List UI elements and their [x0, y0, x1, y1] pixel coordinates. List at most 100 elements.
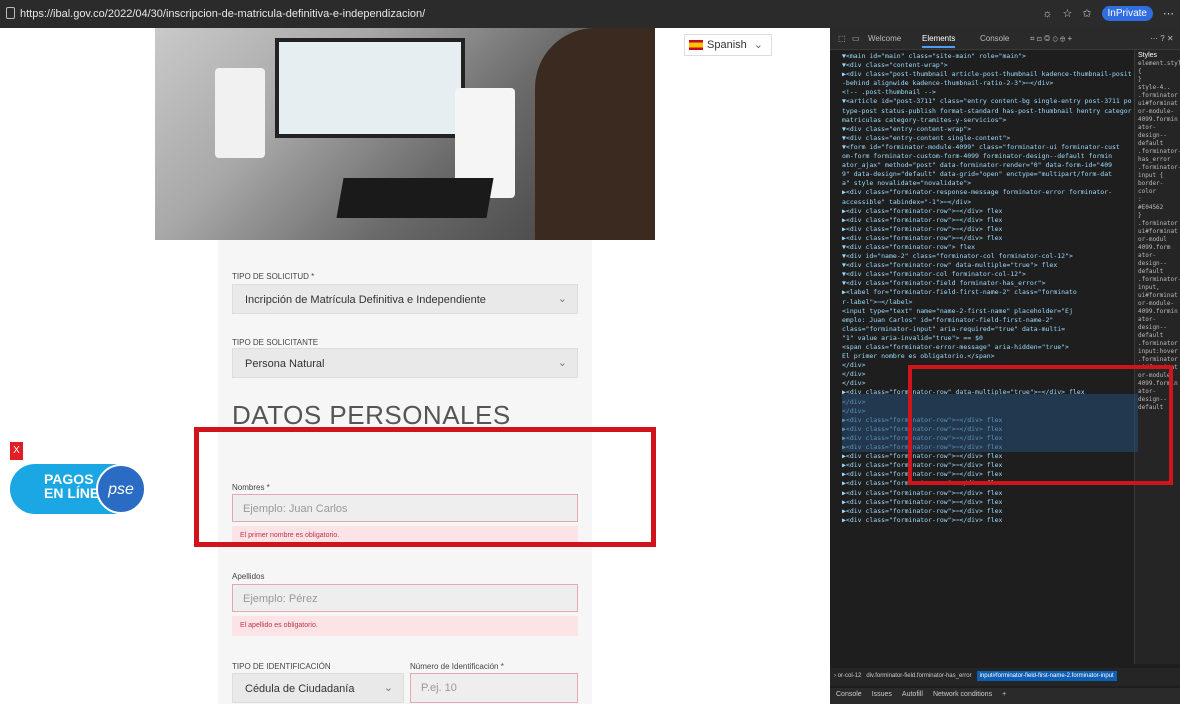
style-rule-line: border-color	[1138, 180, 1164, 195]
dom-node-line[interactable]: class="forminator-input" aria-required="…	[842, 325, 1132, 334]
close-pagos-button[interactable]: X	[10, 442, 23, 460]
devtools-breadcrumb[interactable]: › or-col-12 div.forminator-field.formina…	[830, 668, 1180, 686]
inprivate-badge[interactable]: InPrivate	[1101, 6, 1153, 21]
pagos-en-linea-widget[interactable]: X PAGOS EN LÍNEA pse	[10, 442, 146, 514]
drawer-add-tab-button[interactable]: +	[1002, 691, 1006, 701]
dom-node-line[interactable]: ▼<div id="name-2" class="forminator-col …	[842, 252, 1132, 261]
styles-pane[interactable]: Styles element.style {}style-4...formina…	[1134, 50, 1180, 664]
dom-node-line[interactable]: ▼<div class="forminator-row"> flex	[842, 243, 1132, 252]
drawer-tab-console[interactable]: Console	[836, 691, 862, 701]
style-rule-line: .forminator	[1138, 220, 1178, 227]
tipo-solicitud-value: Incripción de Matrícula Definitiva e Ind…	[245, 294, 486, 306]
breadcrumb-item[interactable]: › or-col-12	[834, 673, 861, 679]
dom-node-line[interactable]: ▶<div class="forminator-response-message…	[842, 188, 1132, 197]
style-rule-line: .forminator	[1138, 356, 1178, 363]
breadcrumb-item-selected[interactable]: input#forminator-field-first-name-2.form…	[976, 671, 1117, 681]
style-rule-line: #E04562	[1138, 204, 1164, 211]
devtools-tabs: Welcome Elements Console ⬚ ▭ ⌗ ⊡ ◎ ⊙ ⊕ +…	[830, 28, 1180, 50]
style-rule-line: input:hover	[1138, 348, 1178, 355]
dom-node-line[interactable]: accessible" tabindex="-1">⋯</div>	[842, 198, 1132, 207]
dom-node-line[interactable]: r-label">⋯</label>	[842, 298, 1132, 307]
tipo-identificacion-select[interactable]: Cédula de Ciudadanía ⌄	[232, 673, 404, 703]
dom-node-line[interactable]: ator_ajax" method="post" data-forminator…	[842, 161, 1132, 170]
favorite-icon[interactable]: ☆	[1062, 7, 1072, 20]
dom-node-line[interactable]: ▶<div class="forminator-row">⋯</div> fle…	[842, 489, 1132, 498]
dom-node-line[interactable]: ▶<div class="forminator-row">⋯</div> fle…	[842, 234, 1132, 243]
more-menu-icon[interactable]: ⋯	[1163, 7, 1174, 20]
dom-node-line[interactable]: ▶<label for="forminator-field-first-name…	[842, 288, 1132, 297]
tipo-solicitud-label: TIPO DE SOLICITUD *	[232, 272, 315, 281]
device-icon[interactable]: ▭	[852, 34, 860, 43]
tipo-solicitante-select[interactable]: Persona Natural ⌄	[232, 348, 578, 378]
dom-node-line[interactable]: ▶<div class="forminator-row">⋯</div> fle…	[842, 507, 1132, 516]
dom-node-line[interactable]: a" style novalidate="novalidate">	[842, 179, 1132, 188]
dom-node-line[interactable]: ▶<div class="forminator-row">⋯</div> fle…	[842, 516, 1132, 525]
style-rule-line: ui#forminat	[1138, 292, 1178, 299]
tipo-solicitud-select[interactable]: Incripción de Matrícula Definitiva e Ind…	[232, 284, 578, 314]
annotation-red-box-devtools	[908, 365, 1173, 485]
dom-node-line[interactable]: ▼<div class="content-wrap">	[842, 61, 1132, 70]
style-rule-line: or-modul	[1138, 236, 1167, 243]
dom-node-line[interactable]: ▼<div class="entry-content-wrap">	[842, 125, 1132, 134]
apellidos-input[interactable]: Ejemplo: Pérez	[232, 584, 578, 612]
dom-node-line[interactable]: ▶<div class="forminator-row">⋯</div> fle…	[842, 216, 1132, 225]
url-field[interactable]: https://ibal.gov.co/2022/04/30/inscripci…	[20, 8, 425, 20]
reader-icon[interactable]: ☼	[1042, 8, 1052, 20]
dom-node-line[interactable]: matriculas category-tramites-y-servicios…	[842, 116, 1132, 125]
dom-node-line[interactable]: El primer nombre es obligatorio.</span>	[842, 352, 1132, 361]
dom-node-line[interactable]: ▼<div class="forminator-field forminator…	[842, 279, 1132, 288]
dom-node-line[interactable]: ▶<div class="forminator-row">⋯</div> fle…	[842, 498, 1132, 507]
drawer-tab-network-conditions[interactable]: Network conditions	[933, 691, 992, 701]
chevron-down-icon: ⌄	[383, 682, 393, 694]
dom-node-line[interactable]: 9" data-design="default" data-grid="open…	[842, 170, 1132, 179]
style-rule-line: .forminator	[1138, 340, 1178, 347]
style-rule-line: default	[1138, 268, 1164, 275]
numero-identificacion-input[interactable]: P.ej. 10	[410, 673, 578, 703]
style-rule-line: }	[1138, 76, 1142, 83]
dom-node-line[interactable]: ▼<article id="post-3711" class="entry co…	[842, 97, 1132, 106]
dom-node-line[interactable]: <!-- .post-thumbnail -->	[842, 88, 1132, 97]
dom-node-line[interactable]: ▼<div class="forminator-col forminator-c…	[842, 270, 1132, 279]
browser-actions: ☼ ☆ ✩ InPrivate ⋯	[1042, 6, 1174, 21]
close-devtools-icon[interactable]: ⋯ ? ✕	[1150, 34, 1174, 43]
devtools-drawer-tabs: Console Issues Autofill Network conditio…	[830, 688, 1180, 704]
dom-node-line[interactable]: ▼<div class="entry-content single-conten…	[842, 134, 1132, 143]
dom-node-line[interactable]: ▶<div class="post-thumbnail article-post…	[842, 70, 1132, 79]
dom-node-line[interactable]: <span class="forminator-error-message" a…	[842, 343, 1132, 352]
style-rule-line: .forminator-has_error	[1138, 148, 1180, 163]
tab-welcome[interactable]: Welcome	[868, 34, 901, 43]
speaker-left	[215, 68, 265, 158]
dom-node-line[interactable]: "1" value aria-invalid="true"> == $0	[842, 334, 1132, 343]
spain-flag-icon	[689, 40, 703, 50]
drawer-tab-issues[interactable]: Issues	[872, 691, 892, 701]
dom-node-line[interactable]: -behind alignwide kadence-thumbnail-rati…	[842, 79, 1132, 88]
style-rule-line: 4099.formin	[1138, 116, 1178, 123]
chevron-down-icon: ⌄	[557, 293, 567, 305]
inspect-icon[interactable]: ⬚	[838, 34, 846, 43]
drawer-tab-autofill[interactable]: Autofill	[902, 691, 923, 701]
chevron-down-icon: ⌄	[753, 39, 763, 51]
tipo-solicitante-label: TIPO DE SOLICITANTE	[232, 338, 319, 347]
dom-node-line[interactable]: om-form forminator-custom-form-4099 form…	[842, 152, 1132, 161]
breadcrumb-item[interactable]: div.forminator-field.forminator-has_erro…	[866, 673, 971, 679]
dom-node-line[interactable]: <input type="text" name="name-2-first-na…	[842, 307, 1132, 316]
dom-node-line[interactable]: ▼<main id="main" class="site-main" role=…	[842, 52, 1132, 61]
tools-icons[interactable]: ⌗ ⊡ ◎ ⊙ ⊕ +	[1030, 34, 1072, 44]
style-rule-line: 4099.form	[1138, 244, 1171, 251]
language-selector[interactable]: Spanish ⌄	[684, 34, 772, 56]
dom-tree[interactable]: ▼<main id="main" class="site-main" role=…	[842, 52, 1132, 664]
dom-node-line[interactable]: type-post status-publish format-standard…	[842, 107, 1132, 116]
tab-elements[interactable]: Elements	[922, 34, 956, 48]
style-rule-line: .forminator	[1138, 92, 1178, 99]
collections-icon[interactable]: ✩	[1082, 7, 1091, 20]
dom-node-line[interactable]: emplo: Juan Carlos" id="forminator-field…	[842, 316, 1132, 325]
style-rule-line: ator-design--default	[1138, 124, 1167, 147]
styles-header[interactable]: Styles	[1138, 52, 1177, 60]
dom-node-line[interactable]: ▶<div class="forminator-row">⋯</div> fle…	[842, 207, 1132, 216]
style-rule-line: .forminator-input {	[1138, 164, 1180, 179]
style-rule-line: .forminator-input,	[1138, 276, 1180, 291]
dom-node-line[interactable]: ▶<div class="forminator-row">⋯</div> fle…	[842, 225, 1132, 234]
dom-node-line[interactable]: ▼<div class="forminator-row" data-multip…	[842, 261, 1132, 270]
dom-node-line[interactable]: ▼<form id="forminator-module-4099" class…	[842, 143, 1132, 152]
tab-console[interactable]: Console	[980, 34, 1009, 43]
